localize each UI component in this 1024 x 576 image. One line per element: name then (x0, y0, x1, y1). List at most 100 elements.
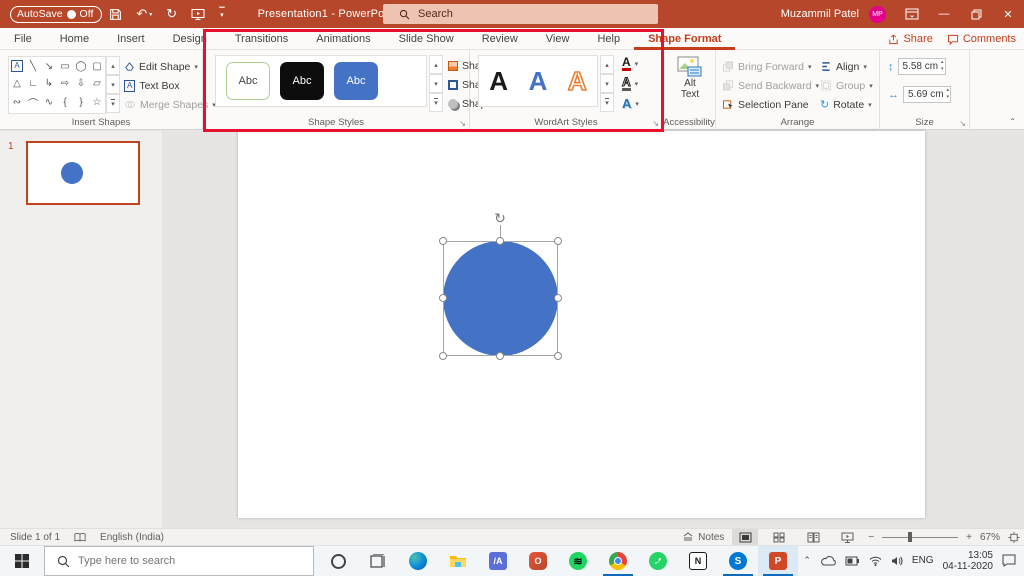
customize-quick-access-button[interactable]: ▔▾ (219, 10, 224, 18)
wordart-preset-orange-outline[interactable]: A (559, 59, 595, 103)
size-dialog-launcher[interactable]: ↘ (959, 119, 966, 128)
language-status[interactable]: English (India) (100, 532, 164, 543)
wordart-preset-black[interactable]: A (481, 59, 517, 103)
fit-slide-to-window-icon[interactable] (1008, 532, 1020, 543)
shape-rounded-rectangle-icon[interactable]: ▢ (89, 57, 105, 75)
handle-middle-right[interactable] (554, 294, 562, 302)
shape-star-icon[interactable]: ☆ (89, 92, 105, 113)
rotate-handle[interactable]: ↻ (492, 210, 508, 226)
onedrive-icon[interactable] (820, 555, 836, 566)
close-button[interactable]: ✕ (992, 0, 1024, 28)
input-language-button[interactable]: ENG (912, 555, 934, 566)
shape-flowchart-icon[interactable]: ▱ (89, 75, 105, 92)
volume-icon[interactable] (891, 556, 903, 566)
code-app-button[interactable]: /A (478, 546, 518, 576)
taskbar-search-box[interactable] (44, 546, 314, 576)
account-name[interactable]: Muzammil Patel (781, 8, 859, 20)
normal-view-button[interactable] (732, 529, 758, 545)
cortana-button[interactable] (318, 546, 358, 576)
tab-home[interactable]: Home (46, 28, 103, 50)
shape-arc-icon[interactable]: ⌒ (25, 92, 41, 113)
wifi-icon[interactable] (869, 556, 882, 566)
file-explorer-button[interactable] (438, 546, 478, 576)
width-spinner[interactable]: ▴▾ (946, 87, 949, 101)
gallery-more-button[interactable]: ▾ (106, 94, 120, 113)
handle-bottom-left[interactable] (439, 352, 447, 360)
slide-show-view-button[interactable] (834, 529, 860, 545)
gallery-up-button[interactable]: ▴ (106, 56, 120, 75)
battery-icon[interactable] (845, 556, 860, 566)
group-button[interactable]: Group▾ (820, 76, 873, 95)
tab-shape-format[interactable]: Shape Format (634, 28, 735, 50)
shape-elbow-icon[interactable]: ∟ (25, 75, 41, 92)
shape-oval-icon[interactable]: ◯ (73, 57, 89, 75)
undo-dropdown-icon[interactable]: ▾ (149, 11, 152, 18)
tab-view[interactable]: View (532, 28, 584, 50)
slide-thumbnail[interactable] (26, 141, 140, 205)
tab-transitions[interactable]: Transitions (221, 28, 302, 50)
tab-animations[interactable]: Animations (302, 28, 384, 50)
style-up-button[interactable]: ▴ (429, 55, 443, 74)
text-fill-button[interactable]: A▾ (622, 54, 638, 73)
autosave-toggle[interactable]: AutoSave Off (10, 6, 102, 23)
shape-right-brace-icon[interactable]: } (73, 92, 89, 113)
edit-shape-button[interactable]: Edit Shape▾ (124, 57, 198, 76)
zoom-out-button[interactable]: − (868, 532, 874, 543)
office-button[interactable]: O (518, 546, 558, 576)
shape-gallery[interactable]: A ╲ ↘ ▭ ◯ ▢ △ ∟ ↳ ⇨ ⇩ ▱ ∾ ⌒ ∿ { } ☆ (8, 56, 106, 114)
start-slideshow-button[interactable] (191, 8, 205, 21)
handle-top-center[interactable] (496, 237, 504, 245)
style-preset-outline-green[interactable]: Abc (226, 62, 270, 100)
taskbar-search-input[interactable] (78, 555, 278, 567)
style-preset-black[interactable]: Abc (280, 62, 324, 100)
notes-button[interactable]: Notes (682, 532, 724, 543)
shape-triangle-icon[interactable]: △ (9, 75, 25, 92)
collapse-ribbon-button[interactable]: ⌃ (1009, 117, 1016, 126)
tab-file[interactable]: File (0, 28, 46, 50)
align-button[interactable]: Align▾ (820, 57, 867, 76)
reading-view-button[interactable] (800, 529, 826, 545)
height-spinner[interactable]: ▴▾ (941, 59, 944, 73)
wordart-dialog-launcher[interactable]: ↘ (652, 119, 659, 128)
handle-bottom-right[interactable] (554, 352, 562, 360)
rotate-button[interactable]: ↻Rotate▾ (820, 95, 872, 114)
comments-button[interactable]: Comments (947, 33, 1016, 45)
style-down-button[interactable]: ▾ (429, 74, 443, 93)
shape-arrow-line-icon[interactable]: ↘ (41, 57, 57, 75)
tab-design[interactable]: Design (159, 28, 221, 50)
tab-review[interactable]: Review (468, 28, 532, 50)
ribbon-display-options-button[interactable] (896, 0, 928, 28)
shape-right-arrow-icon[interactable]: ⇨ (57, 75, 73, 92)
zoom-in-button[interactable]: + (966, 532, 972, 543)
send-backward-button[interactable]: Send Backward▾ (722, 76, 819, 95)
wordart-down-button[interactable]: ▾ (600, 74, 614, 93)
shape-height-input[interactable]: 5.58 cm ▴▾ (898, 58, 946, 75)
start-button[interactable] (0, 546, 44, 576)
skype-button[interactable]: S (718, 546, 758, 576)
handle-top-left[interactable] (439, 237, 447, 245)
powerpoint-taskbar-button[interactable]: P (758, 546, 798, 576)
slide[interactable] (238, 131, 925, 518)
action-center-icon[interactable] (1002, 554, 1016, 567)
spotify-button[interactable]: ≋ (558, 546, 598, 576)
task-view-button[interactable] (358, 546, 398, 576)
chrome-button[interactable] (598, 546, 638, 576)
tab-insert[interactable]: Insert (103, 28, 159, 50)
accessibility-check-icon[interactable] (74, 532, 86, 543)
redo-button[interactable]: ↻ (166, 6, 177, 22)
clock[interactable]: 13:05 04-11-2020 (943, 550, 993, 572)
style-more-button[interactable]: ▾ (429, 93, 443, 112)
notion-button[interactable]: N (678, 546, 718, 576)
tab-help[interactable]: Help (583, 28, 634, 50)
zoom-percent[interactable]: 67% (980, 532, 1000, 543)
text-outline-button[interactable]: A▾ (622, 74, 638, 93)
search-box[interactable]: Search (383, 4, 658, 24)
zoom-slider[interactable] (882, 537, 958, 538)
style-preset-blue[interactable]: Abc (334, 62, 378, 100)
shape-elbow-arrow-icon[interactable]: ↳ (41, 75, 57, 92)
save-button[interactable] (109, 8, 122, 21)
avatar[interactable]: MP (869, 6, 886, 23)
tray-expand-chevron[interactable]: ⌃ (803, 555, 811, 566)
shape-line-icon[interactable]: ╲ (25, 57, 41, 75)
zoom-slider-thumb[interactable] (908, 532, 912, 542)
